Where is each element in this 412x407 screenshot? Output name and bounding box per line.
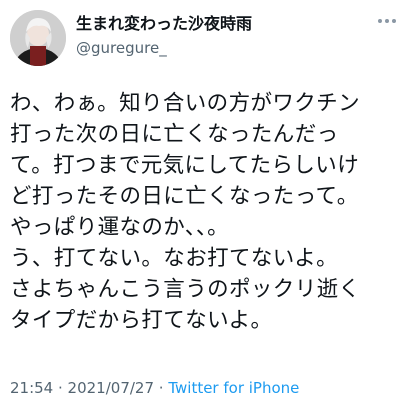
tweet-text-line: わ、わぁ。知り合いの方がワクチン (10, 91, 360, 116)
more-dots-icon (378, 19, 396, 23)
tweet-meta: 21:54 · 2021/07/27 · Twitter for iPhone (10, 378, 299, 398)
meta-separator: · (53, 379, 68, 397)
avatar-image (10, 10, 66, 66)
tweet-text-line: う、打てない。なお打てないよ。 (10, 246, 339, 271)
tweet-time[interactable]: 21:54 (10, 379, 53, 397)
avatar[interactable] (10, 10, 66, 66)
tweet-text-line: 打った次の日に亡くなったんだっ (10, 122, 339, 147)
tweet-text-line: やっぱり運なのか、、。 (10, 215, 229, 240)
tweet-text-line: タイプだから打てないよ。 (10, 308, 273, 333)
tweet-text-line: て。打つまで元気にしてたらしいけ (10, 153, 360, 178)
more-options-button[interactable] (372, 12, 402, 30)
tweet-source-link[interactable]: Twitter for iPhone (168, 379, 299, 397)
author-handle[interactable]: @guregure_ (76, 38, 167, 58)
tweet-date[interactable]: 2021/07/27 (68, 379, 154, 397)
tweet-text-line: ど打ったその日に亡くなったって。 (10, 184, 359, 209)
meta-separator: · (154, 379, 169, 397)
tweet-text: わ、わぁ。知り合いの方がワクチン 打った次の日に亡くなったんだっ て。打つまで元… (10, 88, 406, 336)
tweet-card: 生まれ変わった沙夜時雨 @guregure_ わ、わぁ。知り合いの方がワクチン … (0, 0, 412, 407)
tweet-text-line: さよちゃんこう言うのポックリ逝く (10, 277, 361, 302)
author-display-name[interactable]: 生まれ変わった沙夜時雨 (76, 14, 252, 34)
